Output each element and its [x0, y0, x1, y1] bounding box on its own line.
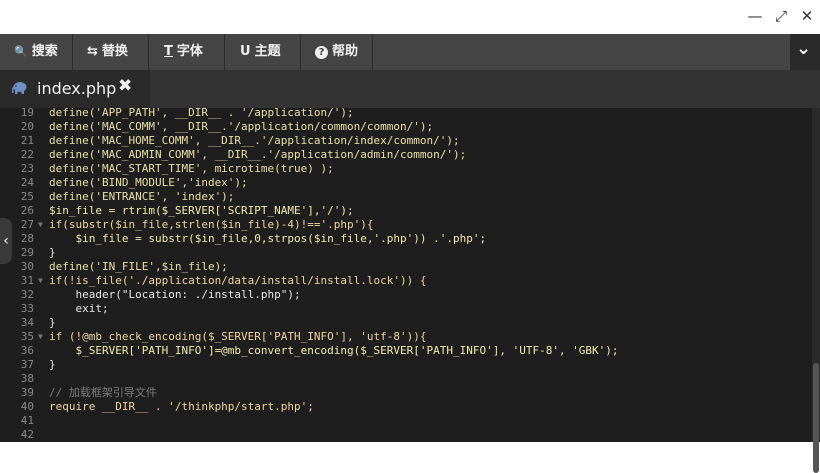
chevron-left-icon: ‹ — [3, 233, 9, 249]
line-number: 21 — [20, 134, 34, 147]
theme-button[interactable]: U 主题 — [240, 34, 281, 70]
fold-marker-icon[interactable]: ▼ — [38, 274, 46, 288]
window-titlebar: — ⤢ ✕ — [0, 0, 820, 34]
help-button[interactable]: ? 帮助 — [315, 34, 358, 70]
font-label: 字体 — [176, 44, 203, 59]
code-text: require __DIR__ . '/thinkphp/start.php'; — [49, 400, 314, 413]
close-window-button[interactable]: ✕ — [797, 6, 817, 26]
line-number: 32 — [20, 288, 34, 301]
help-label: 帮助 — [332, 44, 359, 59]
code-text: define('MAC_HOME_COMM', __DIR__.'/applic… — [49, 134, 460, 147]
minimize-button[interactable]: — — [745, 6, 765, 26]
search-icon: 🔍 — [14, 45, 28, 58]
theme-label: 主题 — [254, 44, 281, 59]
code-text: } — [49, 316, 56, 329]
toolbar: 🔍 搜索 ⇆ 替换 T 字体 U 主题 ? 帮助 ⌄ — [0, 34, 820, 70]
code-text: if(!is_file('./application/data/install/… — [49, 274, 427, 287]
code-text: } — [49, 246, 56, 259]
line-number: 19 — [20, 108, 34, 119]
maximize-button[interactable]: ⤢ — [771, 6, 791, 26]
code-text: // 加载框架引导文件 — [49, 386, 157, 399]
code-text: define('APP_PATH', __DIR__ . '/applicati… — [49, 108, 354, 119]
scrollbar-thumb[interactable] — [813, 363, 819, 473]
line-number: 36 — [20, 344, 34, 357]
replace-icon: ⇆ — [87, 44, 98, 59]
code-text: $in_file = rtrim($_SERVER['SCRIPT_NAME']… — [49, 204, 354, 217]
toolbar-divider — [72, 34, 73, 70]
line-number: 24 — [20, 176, 34, 189]
php-elephant-icon — [12, 82, 27, 94]
tab-close-icon[interactable]: ✖ — [118, 76, 132, 96]
code-text: if (!@mb_check_encoding($_SERVER['PATH_I… — [49, 330, 427, 343]
toolbar-divider — [372, 34, 373, 70]
code-text: define('BIND_MODULE','index'); — [49, 176, 248, 189]
replace-label: 替换 — [101, 44, 128, 59]
toolbar-divider — [224, 34, 225, 70]
line-number: 40 — [20, 400, 34, 413]
vertical-scrollbar[interactable] — [812, 108, 820, 473]
search-button[interactable]: 🔍 搜索 — [14, 34, 58, 70]
line-number: 25 — [20, 190, 34, 203]
line-number: 39 — [20, 386, 34, 399]
line-number: 23 — [20, 162, 34, 175]
tab-index-php[interactable]: index.php ✖ — [0, 70, 150, 108]
line-number: 22 — [20, 148, 34, 161]
code-text: if(substr($in_file,strlen($in_file)-4)!=… — [49, 218, 374, 231]
toolbar-divider — [148, 34, 149, 70]
line-number: 33 — [20, 302, 34, 315]
theme-icon: U — [240, 44, 251, 59]
code-text: define('ENTRANCE', 'index'); — [49, 190, 235, 203]
font-icon: T — [164, 44, 173, 59]
line-number: 38 — [20, 372, 34, 385]
line-number: 26 — [20, 204, 34, 217]
code-text: define('MAC_START_TIME', microtime(true)… — [49, 162, 334, 175]
fold-marker-icon[interactable]: ▼ — [38, 330, 46, 344]
code-text: $in_file = substr($in_file,0,strpos($in_… — [49, 232, 487, 245]
tab-label: index.php — [37, 79, 117, 98]
tab-bar: index.php ✖ — [0, 70, 820, 108]
search-label: 搜索 — [31, 44, 58, 59]
line-number: 42 — [20, 428, 34, 441]
line-number: 41 — [20, 414, 34, 427]
toolbar-menu-button[interactable]: ⌄ — [790, 34, 820, 70]
code-text: header("Location: ./install.php"); — [49, 288, 301, 301]
code-text: define('MAC_ADMIN_COMM', __DIR__.'/appli… — [49, 148, 467, 161]
font-button[interactable]: T 字体 — [164, 34, 203, 70]
line-number: 31 — [20, 274, 34, 287]
help-icon: ? — [315, 46, 328, 59]
fold-marker-icon[interactable]: ▼ — [38, 218, 46, 232]
code-text: exit; — [49, 302, 109, 315]
chevron-down-icon: ⌄ — [796, 38, 812, 59]
code-text: } — [49, 358, 56, 371]
line-number: 20 — [20, 120, 34, 133]
line-number: 34 — [20, 316, 34, 329]
toolbar-divider — [300, 34, 301, 70]
code-text: define('IN_FILE',$in_file); — [49, 260, 228, 273]
code-editor[interactable]: 19 define('APP_PATH', __DIR__ . '/applica… — [0, 108, 820, 442]
line-number: 37 — [20, 358, 34, 371]
code-text: $_SERVER['PATH_INFO']=@mb_convert_encodi… — [49, 344, 619, 357]
replace-button[interactable]: ⇆ 替换 — [87, 34, 128, 70]
line-number: 35 — [20, 330, 34, 343]
code-text: define('MAC_COMM', __DIR__.'/application… — [49, 120, 434, 133]
side-panel-toggle[interactable]: ‹ — [0, 218, 12, 264]
